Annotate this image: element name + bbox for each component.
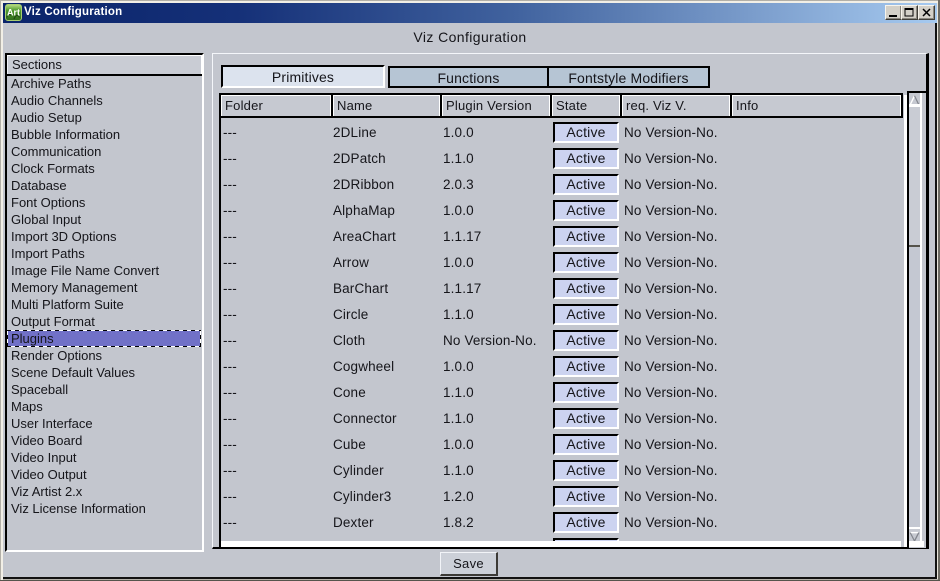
svg-text:Art: Art [7, 8, 20, 18]
